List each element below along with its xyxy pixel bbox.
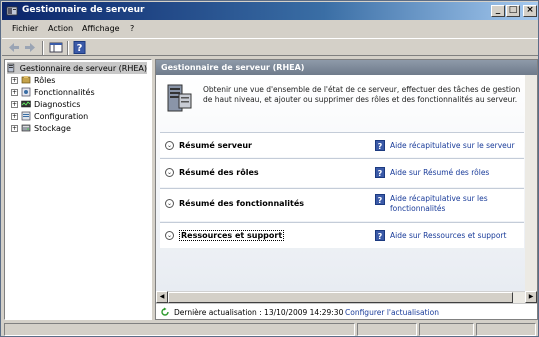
section-title-roles-summary[interactable]: Résumé des rôles (179, 168, 259, 177)
configuration-icon (21, 111, 31, 121)
section-server-summary: ⌄ Résumé serveur ? Aide récapitulative s… (160, 132, 524, 157)
refresh-icon[interactable] (160, 307, 170, 317)
menu-affichage[interactable]: Affichage (82, 24, 120, 33)
window-title: Gestionnaire de serveur (22, 5, 145, 15)
menu-bar: Fichier Action Affichage ? (2, 21, 538, 37)
tree-item-configuration[interactable]: + Configuration (11, 110, 88, 122)
section-title-resources-support[interactable]: Ressources et support (179, 230, 285, 241)
section-resources-support: ⌄ Ressources et support ? Aide sur Resso… (160, 222, 524, 248)
collapse-chevron-icon[interactable]: ⌄ (165, 141, 174, 150)
tree-label-storage: Stockage (34, 123, 71, 133)
toolbar: ? (2, 38, 538, 56)
title-bar[interactable]: Gestionnaire de serveur _ □ × (2, 2, 538, 20)
expand-icon[interactable]: + (11, 100, 18, 108)
help-link-roles-summary[interactable]: Aide sur Résumé des rôles (390, 168, 520, 178)
status-bar (2, 322, 538, 336)
tree-item-features[interactable]: + Fonctionnalités (11, 86, 95, 98)
section-title-features-summary[interactable]: Résumé des fonctionnalités (179, 199, 304, 208)
minimize-button[interactable]: _ (491, 5, 505, 17)
help-icon: ? (375, 230, 385, 241)
server-manager-app-icon (6, 6, 18, 16)
console-tree: Gestionnaire de serveur (RHEA) + Rôles +… (4, 59, 152, 320)
close-button[interactable]: × (523, 5, 537, 17)
maximize-button[interactable]: □ (506, 5, 520, 17)
tree-label-roles: Rôles (34, 75, 56, 85)
tree-root-label: Gestionnaire de serveur (RHEA) (19, 63, 147, 73)
details-header: Gestionnaire de serveur (RHEA) (156, 60, 537, 75)
expand-icon[interactable]: + (11, 88, 18, 96)
help-icon: ? (375, 167, 385, 178)
diagnostics-icon (21, 100, 31, 108)
storage-icon (21, 124, 31, 132)
collapse-chevron-icon[interactable]: ⌄ (165, 231, 174, 240)
scroll-right-arrow-icon[interactable]: ▶ (525, 291, 537, 303)
help-link-resources-support[interactable]: Aide sur Ressources et support (390, 231, 520, 241)
status-cell (357, 323, 417, 336)
tree-label-configuration: Configuration (34, 111, 89, 121)
menu-help[interactable]: ? (130, 24, 134, 33)
tree-item-diagnostics[interactable]: + Diagnostics (11, 98, 80, 110)
menu-fichier[interactable]: Fichier (12, 24, 38, 33)
help-link-server-summary[interactable]: Aide récapitulative sur le serveur (390, 141, 520, 151)
collapse-chevron-icon[interactable]: ⌄ (165, 199, 174, 208)
svg-text:?: ? (77, 43, 83, 54)
tree-label-diagnostics: Diagnostics (34, 99, 81, 109)
help-icon[interactable]: ? (73, 41, 87, 54)
expand-icon[interactable]: + (11, 76, 18, 84)
expand-icon[interactable]: + (11, 124, 18, 132)
server-manager-window: Gestionnaire de serveur _ □ × Fichier Ac… (0, 0, 539, 337)
status-cell-main (4, 323, 355, 336)
details-pane: Gestionnaire de serveur (RHEA) Obtenir u… (155, 59, 538, 320)
section-features-summary: ⌄ Résumé des fonctionnalités ? Aide réca… (160, 188, 524, 221)
roles-icon (21, 76, 31, 84)
vertical-scrollbar[interactable] (525, 75, 537, 291)
refresh-status-bar: Dernière actualisation : 13/10/2009 14:2… (156, 303, 537, 319)
help-icon: ? (375, 194, 385, 205)
collapse-chevron-icon[interactable]: ⌄ (165, 168, 174, 177)
toolbar-separator (67, 41, 69, 55)
scroll-left-arrow-icon[interactable]: ◀ (156, 291, 168, 303)
intro-text: Obtenir une vue d'ensemble de l'état de … (203, 85, 521, 104)
section-roles-summary: ⌄ Résumé des rôles ? Aide sur Résumé des… (160, 158, 524, 187)
server-manager-icon (167, 84, 192, 112)
configure-refresh-link[interactable]: Configurer l'actualisation (345, 308, 439, 317)
tree-item-root[interactable]: Gestionnaire de serveur (RHEA) (7, 62, 147, 74)
toolbar-separator (42, 41, 44, 55)
scrollbar-thumb[interactable] (168, 292, 513, 303)
status-cell (419, 323, 474, 336)
expand-icon[interactable]: + (11, 112, 18, 120)
help-link-features-summary[interactable]: Aide récapitulative sur les fonctionnali… (390, 194, 520, 214)
features-icon (21, 87, 31, 97)
back-arrow-icon[interactable] (7, 41, 21, 54)
section-title-server-summary[interactable]: Résumé serveur (179, 141, 252, 150)
details-body: Obtenir une vue d'ensemble de l'état de … (156, 75, 525, 291)
server-icon (7, 63, 15, 73)
menu-action[interactable]: Action (48, 24, 73, 33)
show-hide-console-tree-icon[interactable] (49, 41, 63, 54)
tree-label-features: Fonctionnalités (34, 87, 95, 97)
forward-arrow-icon[interactable] (23, 41, 37, 54)
status-cell (476, 323, 536, 336)
tree-item-roles[interactable]: + Rôles (11, 74, 55, 86)
tree-item-storage[interactable]: + Stockage (11, 122, 71, 134)
horizontal-scrollbar[interactable]: ◀ ▶ (156, 291, 537, 303)
help-icon: ? (375, 140, 385, 151)
last-refresh-text: Dernière actualisation : 13/10/2009 14:2… (174, 308, 344, 317)
